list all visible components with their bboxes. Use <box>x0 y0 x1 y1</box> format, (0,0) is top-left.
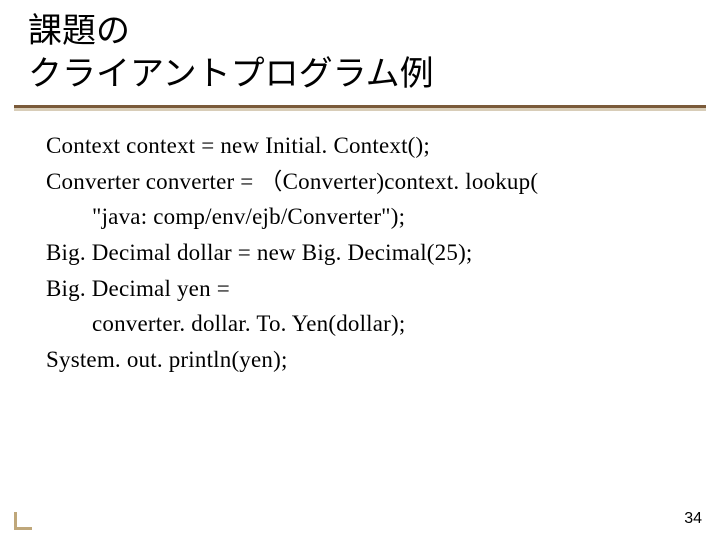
code-line-indent: converter. dollar. To. Yen(dollar); <box>46 306 682 342</box>
code-line-indent: "java: comp/env/ejb/Converter"); <box>46 199 682 235</box>
code-line: Big. Decimal dollar = new Big. Decimal(2… <box>46 235 682 271</box>
page-number: 34 <box>684 510 702 528</box>
slide: 課題の クライアントプログラム例 Context context = new I… <box>0 0 720 540</box>
corner-decoration-icon <box>14 512 32 530</box>
code-line: System. out. println(yen); <box>46 342 682 378</box>
code-line: Converter converter = （Converter)context… <box>46 164 682 200</box>
code-line: Big. Decimal yen = <box>46 271 682 307</box>
title-line-2: クライアントプログラム例 <box>28 53 692 96</box>
code-body: Context context = new Initial. Context()… <box>0 110 720 377</box>
code-line: Context context = new Initial. Context()… <box>46 128 682 164</box>
slide-title: 課題の クライアントプログラム例 <box>0 0 720 99</box>
title-line-1: 課題の <box>28 10 692 53</box>
title-underline <box>14 105 706 110</box>
